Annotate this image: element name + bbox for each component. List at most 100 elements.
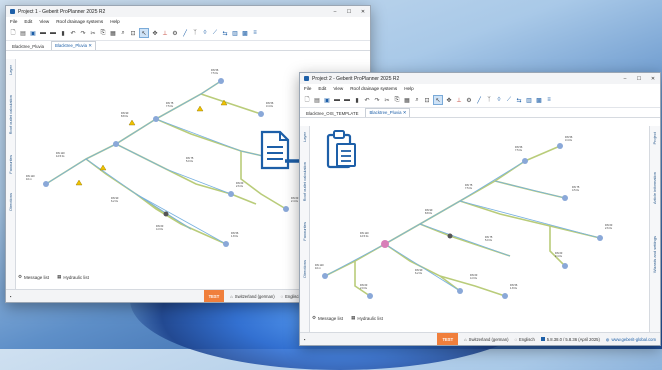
calculate-icon[interactable]: ⇆ xyxy=(221,29,229,37)
side-tab-article-info[interactable]: Article information xyxy=(652,172,657,204)
redo-icon[interactable]: ↷ xyxy=(79,29,87,37)
message-list-button[interactable]: ⚙ Message list xyxy=(312,315,343,321)
side-tab-layer[interactable]: Layer xyxy=(302,132,307,142)
delete-icon[interactable]: ▮ xyxy=(353,96,361,104)
tab-close-icon[interactable]: ✕ xyxy=(403,110,407,115)
list-icon[interactable]: ≡ xyxy=(545,96,553,104)
minimize-button[interactable]: – xyxy=(328,9,342,15)
maximize-button[interactable]: ☐ xyxy=(342,9,356,15)
maximize-button[interactable]: ☐ xyxy=(632,76,646,82)
new-file-icon[interactable]: 🗋 xyxy=(9,29,17,37)
menu-file[interactable]: File xyxy=(304,86,311,91)
print-icon[interactable]: ▬ xyxy=(39,29,47,37)
undo-icon[interactable]: ↶ xyxy=(69,29,77,37)
menu-view[interactable]: View xyxy=(39,19,49,24)
side-tab-roof-outlet[interactable]: Roof outlet calculation xyxy=(302,162,307,201)
open-folder-icon[interactable]: ▤ xyxy=(19,29,27,37)
side-tab-layer[interactable]: Layer xyxy=(8,65,13,75)
side-tab-wizards[interactable]: Wizards and settings xyxy=(652,236,657,273)
svg-text:2.6 l/s: 2.6 l/s xyxy=(605,226,613,230)
language-indicator[interactable]: ◌ Englisch xyxy=(281,294,301,299)
roof-outlet-icon[interactable]: ⊥ xyxy=(161,29,169,37)
svg-text:5.0 l/s: 5.0 l/s xyxy=(485,238,493,242)
close-button[interactable]: ✕ xyxy=(356,9,370,15)
print-preview-icon[interactable]: ▬ xyxy=(343,96,351,104)
menu-help[interactable]: Help xyxy=(110,19,119,24)
side-tab-directions[interactable]: Directions xyxy=(8,193,13,211)
zoom-icon[interactable]: ⌕ xyxy=(119,29,127,37)
save-icon[interactable]: ▣ xyxy=(29,29,37,37)
open-folder-icon[interactable]: ▤ xyxy=(313,96,321,104)
paste-icon[interactable]: ▦ xyxy=(403,96,411,104)
dimension-icon[interactable]: ◊ xyxy=(201,29,209,37)
menu-roof-drainage[interactable]: Roof drainage systems xyxy=(350,86,397,91)
side-tab-directions[interactable]: Directions xyxy=(302,260,307,278)
menu-roof-drainage[interactable]: Roof drainage systems xyxy=(56,19,103,24)
export-icon[interactable]: ▩ xyxy=(535,96,543,104)
new-file-icon[interactable]: 🗋 xyxy=(303,96,311,104)
route-icon[interactable]: ⟋ xyxy=(211,29,219,37)
delete-icon[interactable]: ▮ xyxy=(59,29,67,37)
calculate-icon[interactable]: ⇆ xyxy=(515,96,523,104)
export-icon[interactable]: ▩ xyxy=(241,29,249,37)
report-icon[interactable]: ▥ xyxy=(525,96,533,104)
roof-outlet-icon[interactable]: ⊥ xyxy=(455,96,463,104)
print-preview-icon[interactable]: ▬ xyxy=(49,29,57,37)
svg-text:3.4 l/s: 3.4 l/s xyxy=(565,138,573,142)
frame-icon[interactable]: ⊡ xyxy=(423,96,431,104)
copy-icon[interactable]: ⎘ xyxy=(393,96,401,104)
hydraulic-list-button[interactable]: ▦ Hydraulic list xyxy=(351,315,383,321)
route-icon[interactable]: ⟋ xyxy=(505,96,513,104)
message-list-button[interactable]: ⚙ Message list xyxy=(18,274,49,280)
minimize-button[interactable]: – xyxy=(618,76,632,82)
select-icon[interactable]: ↖ xyxy=(433,95,443,105)
menu-edit[interactable]: Edit xyxy=(24,19,32,24)
list-icon[interactable]: ≡ xyxy=(251,29,259,37)
connect-icon[interactable]: ᛉ xyxy=(191,29,199,37)
copy-icon[interactable]: ⎘ xyxy=(99,29,107,37)
website-link[interactable]: ◍ www.geberit-global.com xyxy=(606,337,656,342)
dimension-icon[interactable]: ◊ xyxy=(495,96,503,104)
print-icon[interactable]: ▬ xyxy=(333,96,341,104)
tab-document-2[interactable]: Blacktree_Pluvia ✕ xyxy=(51,41,96,50)
connect-icon[interactable]: ᛉ xyxy=(485,96,493,104)
pipe-icon[interactable]: ╱ xyxy=(181,29,189,37)
tab-close-icon[interactable]: ✕ xyxy=(88,43,92,48)
menu-view[interactable]: View xyxy=(333,86,343,91)
menu-edit[interactable]: Edit xyxy=(318,86,326,91)
tab-document-1[interactable]: Blacktree_Pluvia xyxy=(9,43,47,50)
report-icon[interactable]: ▥ xyxy=(231,29,239,37)
close-button[interactable]: ✕ xyxy=(646,76,660,82)
frame-icon[interactable]: ⊡ xyxy=(129,29,137,37)
drawing-canvas[interactable]: DN 567.5 l/s DN 563.4 l/s DN 754.5 l/s D… xyxy=(310,126,648,311)
side-tab-favourites[interactable]: Favourites xyxy=(8,155,13,174)
tab-document-2[interactable]: Blacktree_Pluvia ✕ xyxy=(365,108,411,117)
hydraulic-list-button[interactable]: ▦ Hydraulic list xyxy=(57,274,89,280)
select-icon[interactable]: ↖ xyxy=(139,28,149,38)
zoom-icon[interactable]: ⌕ xyxy=(413,96,421,104)
pan-icon[interactable]: ✥ xyxy=(445,96,453,104)
svg-text:7.5 l/s: 7.5 l/s xyxy=(166,104,174,108)
menu-help[interactable]: Help xyxy=(404,86,413,91)
save-icon[interactable]: ▣ xyxy=(323,96,331,104)
country-indicator[interactable]: ⌂ Switzerland (german) xyxy=(230,294,274,299)
window-title: Project 1 - Geberit ProPlanner 2025 R2 xyxy=(18,8,106,15)
redo-icon[interactable]: ↷ xyxy=(373,96,381,104)
version-indicator: 5.8.38.0 / 5.8.36 (April 2025) xyxy=(540,337,600,342)
pan-icon[interactable]: ✥ xyxy=(151,29,159,37)
side-tab-favourites[interactable]: Favourites xyxy=(302,222,307,241)
side-tab-project[interactable]: Project xyxy=(652,132,657,144)
bottom-panel-tabs: ⚙ Message list ▦ Hydraulic list xyxy=(312,315,383,321)
settings-icon[interactable]: ⚙ xyxy=(171,29,179,37)
pipe-icon[interactable]: ╱ xyxy=(475,96,483,104)
cut-icon[interactable]: ✂ xyxy=(89,29,97,37)
cut-icon[interactable]: ✂ xyxy=(383,96,391,104)
country-indicator[interactable]: ⌂ Switzerland (german) xyxy=(464,337,508,342)
undo-icon[interactable]: ↶ xyxy=(363,96,371,104)
menu-file[interactable]: File xyxy=(10,19,17,24)
tab-document-1[interactable]: Blacktree_OIS_TEMPLATE xyxy=(303,110,361,117)
side-tab-roof-outlet[interactable]: Roof outlet calculation xyxy=(8,95,13,134)
settings-icon[interactable]: ⚙ xyxy=(465,96,473,104)
paste-icon[interactable]: ▦ xyxy=(109,29,117,37)
language-indicator[interactable]: ◌ Englisch xyxy=(514,337,534,342)
